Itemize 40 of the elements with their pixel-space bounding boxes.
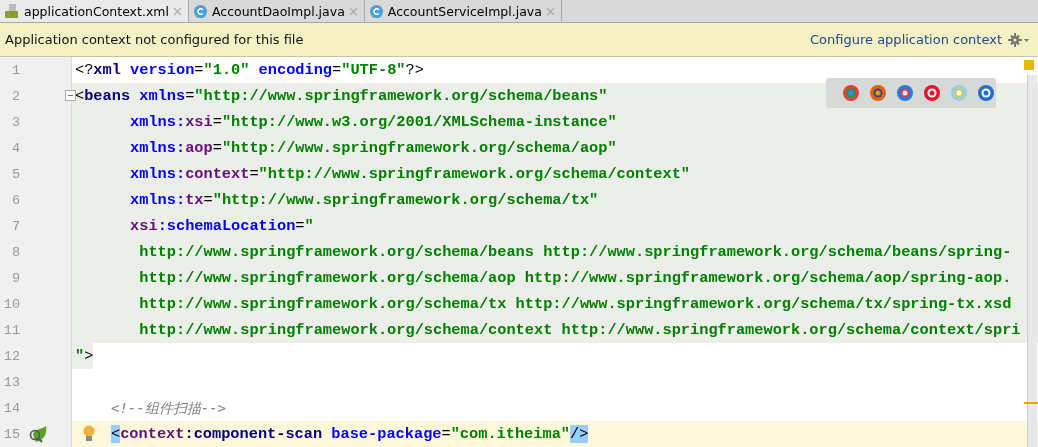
line-number: 15 (2, 426, 20, 442)
code-line: <!--组件扫描--> (110, 398, 226, 418)
code-line: http://www.springframework.org/schema/tx http://www.springframework.org/schema/tx/spring-tx.xsd (138, 294, 1012, 315)
code-line: xmlns:xsi="http://www.w3.org/2001/XMLSchema-instance" (129, 112, 617, 133)
line-number: 13 (2, 374, 20, 390)
line-number: 11 (2, 322, 20, 338)
editor-tab[interactable]: applicationContext.xml (0, 0, 189, 22)
code-line: xmlns:context="http://www.springframework.org/schema/context" (129, 164, 691, 185)
code-line: http://www.springframework.org/schema/aop http://www.springframework.org/schema/aop/spring-aop. (138, 268, 1012, 289)
analysis-marker (1024, 60, 1034, 70)
code-line: xmlns:aop="http://www.springframework.org/schema/aop" (129, 138, 617, 159)
code-line: xmlns:tx="http://www.springframework.org/schema/tx" (129, 190, 599, 211)
configure-link[interactable]: Configure application context (810, 32, 1002, 47)
line-number: 7 (10, 218, 20, 234)
code-line: <?xml version="1.0" encoding="UTF-8"?> (74, 60, 424, 81)
line-number: 4 (10, 140, 20, 156)
banner-message: Application context not configured for this file (5, 32, 304, 47)
line-number: 1 (10, 62, 20, 78)
line-number: 2 (10, 88, 20, 104)
code-line: <context:component-scan base-package="com.itheima"/> (110, 424, 589, 445)
xml-file-icon (4, 3, 20, 19)
code-line: xsi:schemaLocation=" (129, 216, 314, 237)
class-icon (192, 3, 208, 19)
code-line: http://www.springframework.org/schema/beans http://www.springframework.org/schema/beans/spring- (138, 242, 1012, 263)
line-number: 14 (2, 400, 20, 416)
line-number: 10 (2, 296, 20, 312)
line-number: 8 (10, 244, 20, 260)
settings-icon[interactable] (1008, 32, 1030, 47)
line-number: 12 (2, 348, 20, 364)
line-number: 6 (10, 192, 20, 208)
line-number: 5 (10, 166, 20, 182)
bean-icon[interactable] (28, 425, 48, 443)
close-icon[interactable] (172, 6, 182, 16)
lightbulb-icon[interactable] (83, 425, 95, 443)
code-line: http://www.springframework.org/schema/context http://www.springframework.org/schema/context/spri (138, 320, 1021, 341)
fold-icon[interactable] (65, 90, 76, 101)
line-number: 3 (10, 114, 20, 130)
code-line: <beans xmlns="http://www.springframework.org/schema/beans" (74, 86, 608, 107)
line-number: 9 (10, 270, 20, 286)
class-icon (368, 3, 384, 19)
